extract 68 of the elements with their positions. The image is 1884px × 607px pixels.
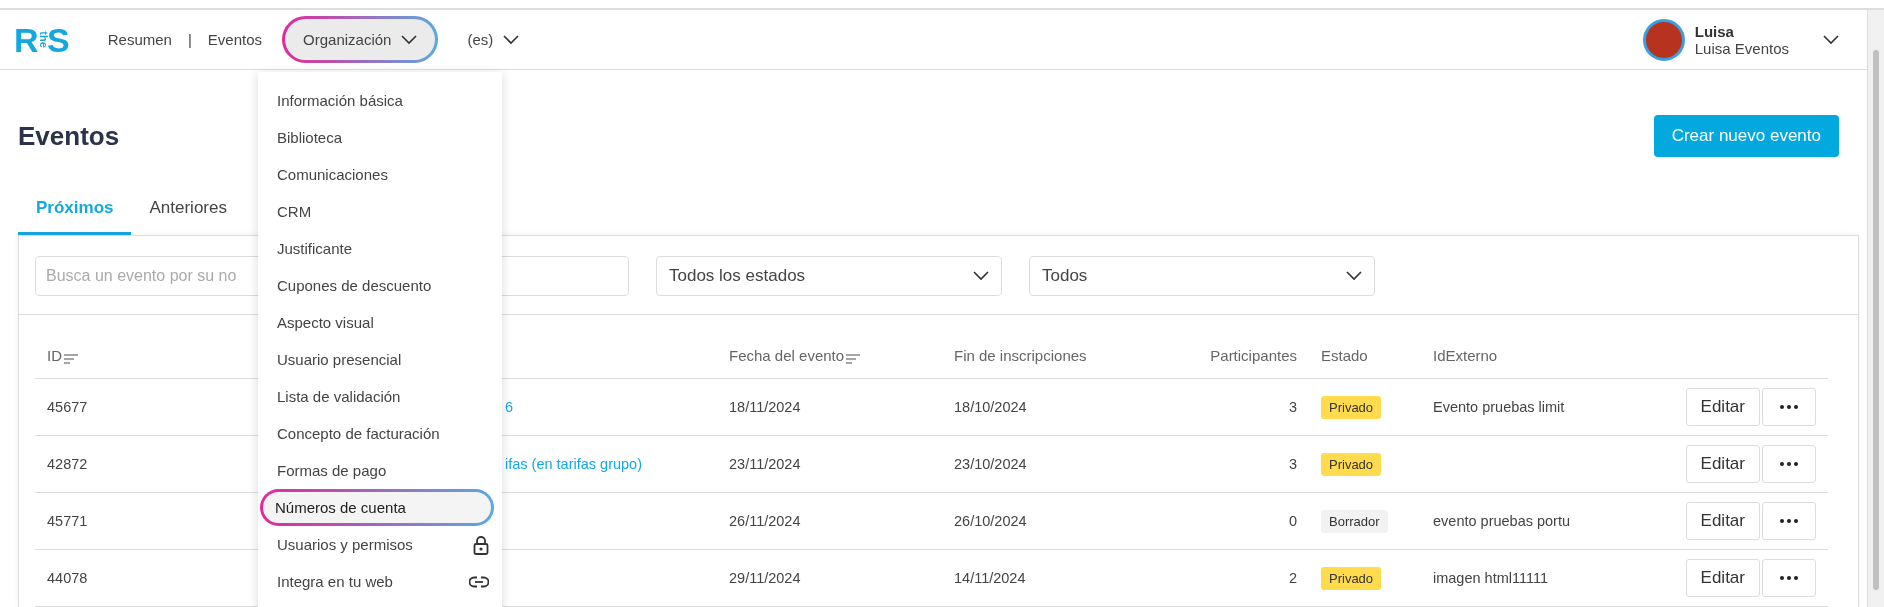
edit-button[interactable]: Editar: [1685, 502, 1760, 540]
edit-button[interactable]: Editar: [1685, 445, 1760, 483]
column-header: Participantes: [1210, 347, 1297, 364]
table-cell: 2: [1179, 550, 1309, 607]
chevron-down-icon: [1346, 271, 1362, 281]
table-cell: 29/11/2024: [717, 550, 942, 607]
more-button[interactable]: [1762, 502, 1816, 540]
column-header[interactable]: ID: [47, 347, 62, 364]
column-header[interactable]: Fecha del evento: [729, 347, 845, 364]
table-cell: Evento pruebas limit: [1433, 399, 1565, 415]
table-cell: evento pruebas portu: [1433, 513, 1571, 529]
more-button[interactable]: [1762, 445, 1816, 483]
more-icon: [1780, 576, 1798, 580]
column-header: IdExterno: [1433, 347, 1498, 364]
type-select[interactable]: Todos: [1029, 256, 1375, 296]
table-cell: 3: [1179, 379, 1309, 436]
menu-item[interactable]: Justificante: [258, 230, 502, 267]
lock-icon: [473, 534, 489, 555]
table-cell: 26/11/2024: [717, 493, 942, 550]
status-badge: Borrador: [1321, 509, 1388, 533]
menu-item[interactable]: CRM: [258, 193, 502, 230]
column-header: Estado: [1321, 347, 1368, 364]
menu-item[interactable]: Usuario presencial: [258, 341, 502, 378]
sort-icon[interactable]: [64, 354, 78, 364]
menu-item[interactable]: Integra en tu web: [258, 563, 502, 600]
status-badge: Privado: [1321, 395, 1382, 419]
menu-item[interactable]: Cupones de descuento: [258, 267, 502, 304]
table-cell: imagen html11111: [1433, 570, 1548, 586]
column-header: Fin de inscripciones: [954, 347, 1087, 364]
link-icon: [469, 575, 489, 588]
more-button[interactable]: [1762, 559, 1816, 597]
chevron-down-icon: [401, 34, 418, 45]
chevron-down-icon: [1823, 34, 1839, 45]
chevron-down-icon: [503, 34, 520, 45]
menu-item[interactable]: Aspecto visual: [258, 304, 502, 341]
chevron-down-icon: [973, 271, 989, 281]
edit-button[interactable]: Editar: [1685, 559, 1760, 597]
table-cell: 14/11/2024: [942, 550, 1179, 607]
nav-link[interactable]: Resumen: [95, 31, 184, 49]
menu-item[interactable]: Lista de validación: [258, 378, 502, 415]
page-title: Eventos: [18, 120, 120, 152]
avatar-photo: [1642, 18, 1685, 61]
menu-item[interactable]: Comunicaciones: [258, 156, 502, 193]
table-cell: 18/10/2024: [942, 379, 1179, 436]
table-cell: 26/10/2024: [942, 493, 1179, 550]
table-cell: 23/10/2024: [942, 436, 1179, 493]
scrollbar[interactable]: [1867, 10, 1884, 607]
more-icon: [1780, 519, 1798, 523]
status-select[interactable]: Todos los estados: [656, 256, 1002, 296]
table-cell: 3: [1179, 436, 1309, 493]
menu-item[interactable]: Información básica: [258, 82, 502, 119]
nav-link[interactable]: Eventos: [195, 31, 275, 49]
menu-item[interactable]: Formas de pago: [258, 452, 502, 489]
tab[interactable]: Anteriores: [131, 184, 245, 235]
table-cell: 23/11/2024: [717, 436, 942, 493]
user-organization: Luisa Eventos: [1694, 39, 1789, 57]
more-button[interactable]: [1762, 388, 1816, 426]
status-badge: Privado: [1321, 566, 1382, 590]
sort-icon[interactable]: [846, 354, 861, 364]
nav-separator: |: [186, 31, 193, 49]
more-icon: [1780, 405, 1798, 409]
table-cell: 0: [1179, 493, 1309, 550]
edit-button[interactable]: Editar: [1685, 388, 1760, 426]
menu-item[interactable]: Biblioteca: [258, 119, 502, 156]
more-icon: [1780, 462, 1798, 466]
table-cell: 18/11/2024: [717, 379, 942, 436]
status-badge: Privado: [1321, 452, 1382, 476]
user-name: Luisa: [1694, 22, 1735, 40]
